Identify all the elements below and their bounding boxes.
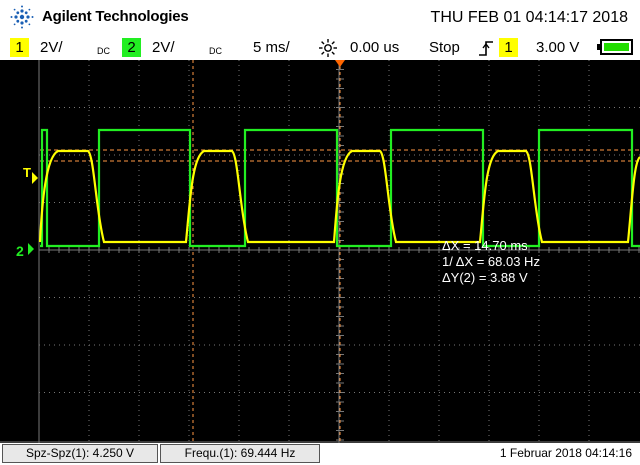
trigger-level[interactable]: 3.00 V [536,39,579,56]
header-datetime: THU FEB 01 04:14:17 2018 [430,9,628,26]
peak-to-peak-measurement[interactable]: Spz-Spz(1): 4.250 V [2,444,158,463]
run-state[interactable]: Stop [429,39,460,56]
capture-datetime: 1 Februar 2018 04:14:16 [499,446,632,460]
waveform-display[interactable]: T 2 [0,60,640,443]
graticule [0,60,640,443]
timebase-value[interactable]: 5 ms/ [253,39,290,56]
channel-2-scale[interactable]: 2V/ [152,39,175,56]
bottom-measurement-bar: Spz-Spz(1): 4.250 V Frequ.(1): 69.444 Hz… [0,443,640,465]
delay-sun-icon [319,39,337,57]
battery-fill [604,43,629,51]
inverse-delta-x-readout: 1/ ΔX = 68.03 Hz [442,254,540,269]
oscilloscope-window: Agilent Technologies THU FEB 01 04:14:17… [0,0,640,465]
delta-y-readout: ΔY(2) = 3.88 V [442,270,528,285]
channel-2-badge[interactable]: 2 [122,38,141,57]
channel-1-badge[interactable]: 1 [10,38,29,57]
trigger-channel-badge[interactable]: 1 [499,38,518,57]
channel-2-ground-marker[interactable]: 2 [16,243,24,259]
header-bar: Agilent Technologies THU FEB 01 04:14:17… [0,0,640,36]
trigger-edge-rising-icon [479,41,493,56]
trigger-level-marker[interactable]: T [23,165,31,180]
battery-icon [600,39,633,55]
channel-1-coupling: DC [97,46,110,56]
channel-2-ground-arrow[interactable] [28,243,34,255]
screen-markers: T 2 [16,60,345,259]
cursor-measurements: ΔX = 14.70 ms 1/ ΔX = 68.03 Hz ΔY(2) = 3… [442,238,540,286]
trigger-level-arrow[interactable] [32,172,38,184]
channel-1-scale[interactable]: 2V/ [40,39,63,56]
delay-value[interactable]: 0.00 us [350,39,399,56]
trigger-position-marker[interactable] [335,60,345,67]
agilent-logo-icon [10,5,34,29]
brand-name: Agilent Technologies [42,8,189,25]
waveform-svg: T 2 [0,60,640,443]
status-bar: 1 2V/ DC 2 2V/ DC 5 ms/ 0.00 us Stop 1 3… [0,36,640,60]
delta-x-readout: ΔX = 14.70 ms [442,238,528,253]
frequency-measurement[interactable]: Frequ.(1): 69.444 Hz [160,444,320,463]
channel-2-coupling: DC [209,46,222,56]
